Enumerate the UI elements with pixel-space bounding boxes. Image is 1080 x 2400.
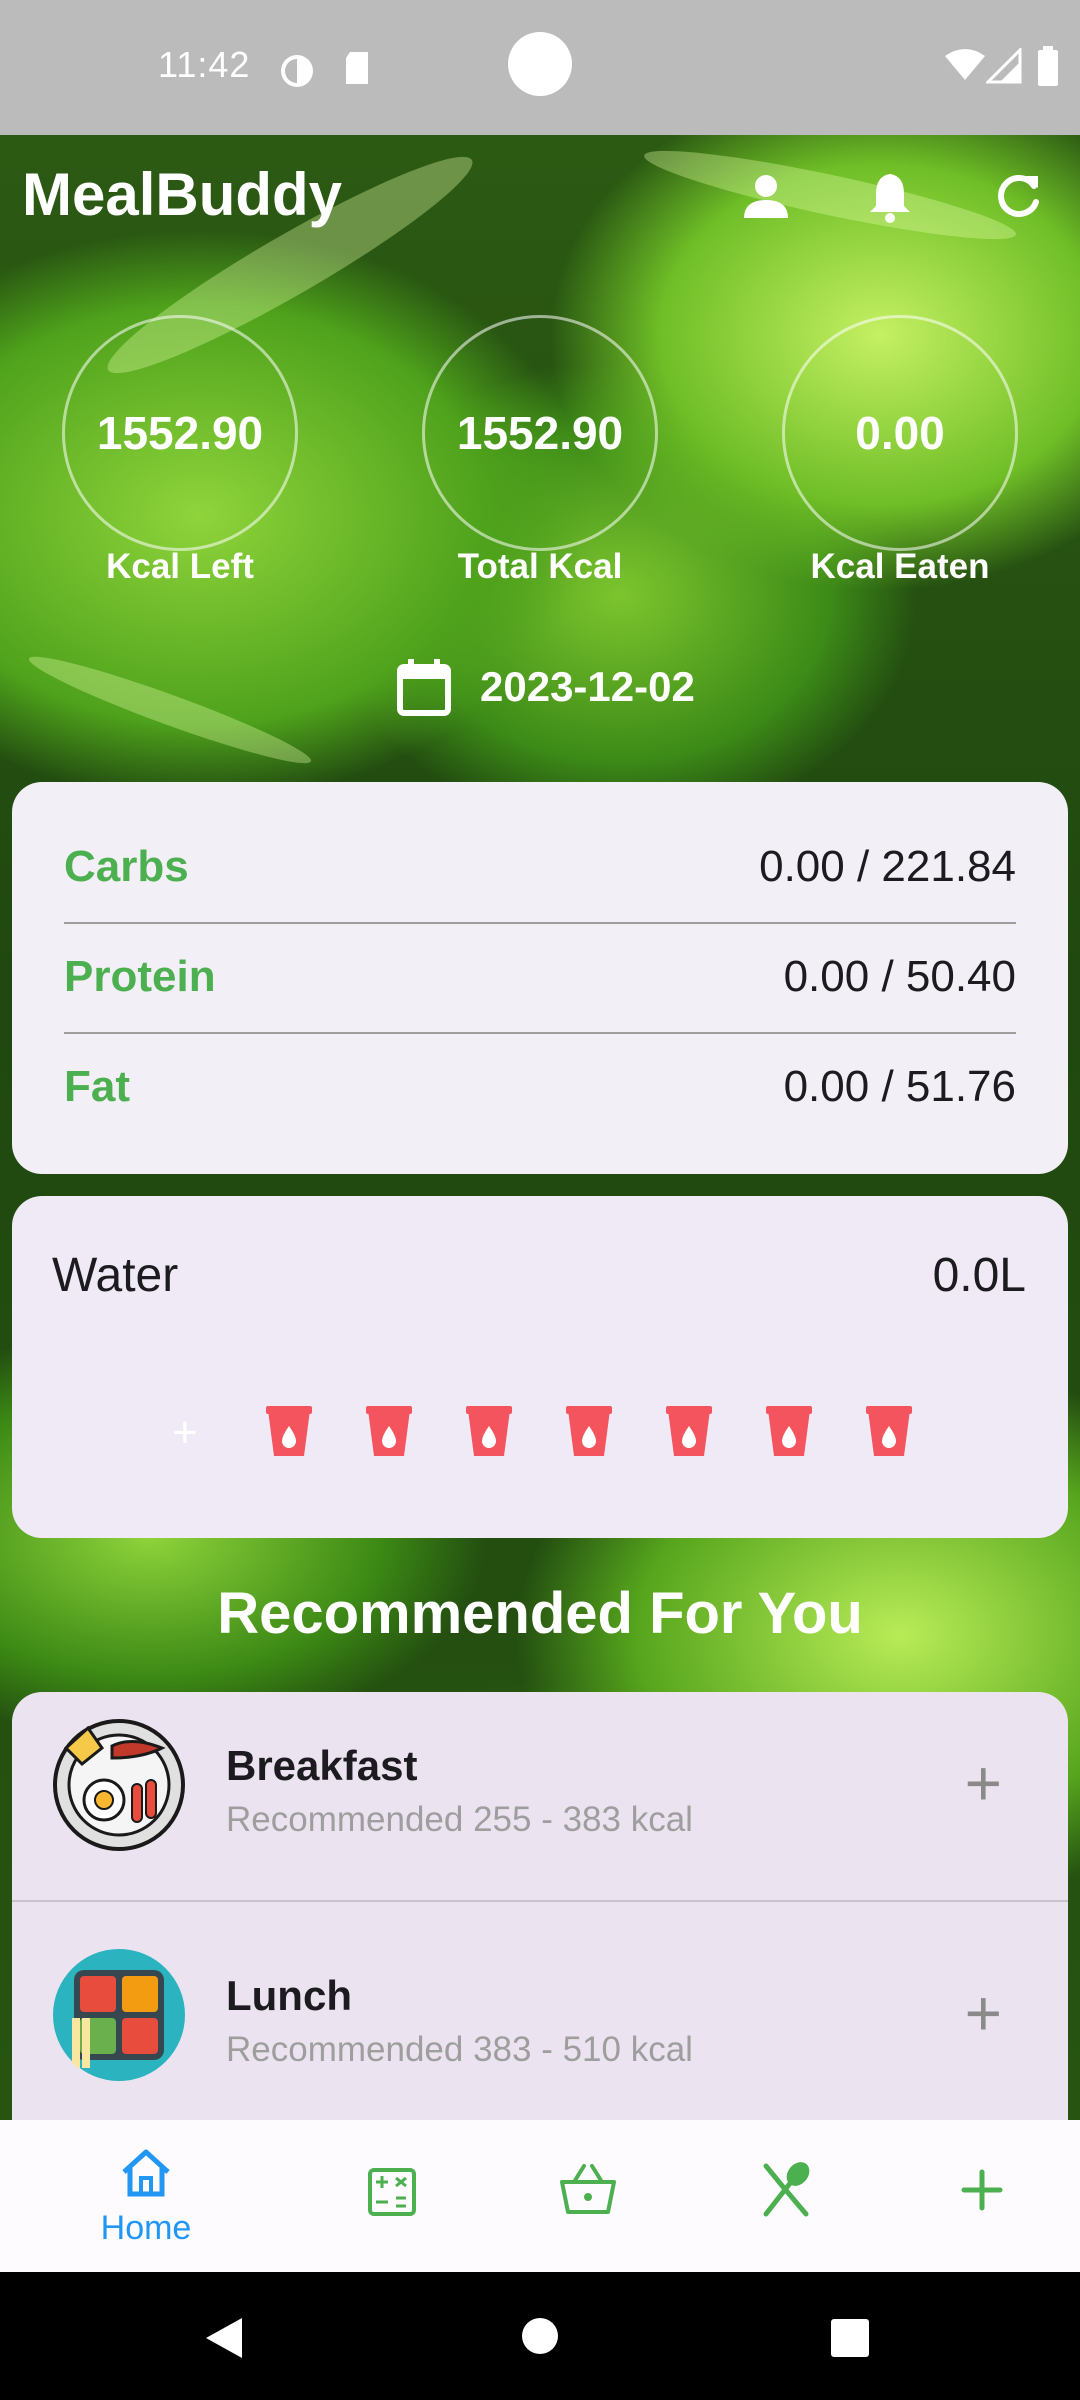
wifi-icon	[945, 49, 985, 80]
water-title: Water	[52, 1249, 179, 1302]
macro-name: Fat	[64, 1062, 130, 1111]
water-cup-icon[interactable]	[864, 1404, 914, 1460]
stat-kcal-left: 1552.90 Kcal Left	[62, 315, 298, 586]
stat-label: Kcal Eaten	[810, 547, 990, 586]
app-title: MealBuddy	[22, 161, 343, 228]
nav-meals[interactable]	[726, 2148, 846, 2233]
battery-icon	[1038, 46, 1058, 86]
meal-item-lunch[interactable]: Lunch Recommended 383 - 510 kcal +	[12, 1902, 1068, 2132]
macro-row-protein: Protein 0.00 / 50.40	[64, 922, 1016, 1032]
macro-value: 0.00 / 51.76	[783, 1062, 1016, 1111]
meal-recommendation: Recommended 255 - 383 kcal	[226, 1800, 693, 1839]
add-lunch-button[interactable]: +	[965, 1976, 1002, 2050]
camera-cutout	[508, 32, 572, 96]
plus-icon	[961, 2169, 1003, 2211]
home-icon	[122, 2149, 170, 2197]
water-cup-icon[interactable]	[564, 1404, 614, 1460]
nav-home[interactable]: Home	[86, 2148, 206, 2248]
nav-basket[interactable]	[528, 2148, 648, 2233]
profile-icon[interactable]	[738, 168, 794, 224]
date-picker[interactable]: 2023-12-02	[396, 655, 695, 719]
add-water-button[interactable]: +	[172, 1408, 198, 1458]
stat-value: 1552.90	[62, 315, 298, 551]
calendar-icon	[397, 659, 451, 716]
notification-bell-icon[interactable]	[862, 168, 918, 224]
meal-recommendation: Recommended 383 - 510 kcal	[226, 2030, 693, 2069]
data-saver-icon	[281, 55, 313, 87]
water-cup-icon[interactable]	[764, 1404, 814, 1460]
status-time: 11:42	[158, 44, 251, 85]
water-cup-icon[interactable]	[464, 1404, 514, 1460]
recommended-title: Recommended For You	[217, 1581, 863, 1646]
macro-name: Carbs	[64, 842, 189, 891]
back-icon[interactable]	[202, 2316, 246, 2360]
home-circle-icon[interactable]	[520, 2316, 560, 2356]
add-breakfast-button[interactable]: +	[965, 1746, 1002, 1820]
water-cup-icon[interactable]	[264, 1404, 314, 1460]
stat-kcal-eaten: 0.00 Kcal Eaten	[782, 315, 1018, 586]
nav-home-label: Home	[100, 2209, 192, 2247]
meal-name: Lunch	[226, 1972, 352, 2019]
nav-calculator[interactable]	[332, 2148, 452, 2233]
macro-value: 0.00 / 221.84	[759, 842, 1016, 891]
system-navigation-bar	[0, 2272, 1080, 2400]
macro-row-carbs: Carbs 0.00 / 221.84	[64, 812, 1016, 922]
stat-value: 1552.90	[422, 315, 658, 551]
basket-icon	[560, 2164, 616, 2214]
recents-icon[interactable]	[830, 2318, 870, 2358]
lunch-icon	[52, 1948, 186, 2082]
sd-card-icon	[346, 52, 368, 84]
nav-add[interactable]	[922, 2148, 1042, 2233]
status-bar: 11:42	[0, 0, 1080, 135]
fork-spoon-icon	[763, 2162, 810, 2217]
signal-icon	[986, 48, 1022, 84]
stat-label: Kcal Left	[106, 547, 254, 586]
bottom-navigation: Home	[0, 2120, 1080, 2272]
meal-item-breakfast[interactable]: Breakfast Recommended 255 - 383 kcal +	[12, 1692, 1068, 1922]
stat-total-kcal: 1552.90 Total Kcal	[422, 315, 658, 586]
stat-label: Total Kcal	[457, 547, 623, 586]
macro-name: Protein	[64, 952, 216, 1001]
meal-name: Breakfast	[226, 1742, 418, 1789]
water-cup-icon[interactable]	[664, 1404, 714, 1460]
breakfast-icon	[52, 1718, 186, 1852]
water-card: Water 0.0L +	[12, 1196, 1068, 1538]
water-cup-icon[interactable]	[364, 1404, 414, 1460]
calculator-icon	[368, 2168, 416, 2216]
refresh-icon[interactable]	[990, 168, 1046, 224]
macro-value: 0.00 / 50.40	[783, 952, 1016, 1001]
stat-value: 0.00	[782, 315, 1018, 551]
date-text: 2023-12-02	[480, 663, 695, 710]
macros-card: Carbs 0.00 / 221.84 Protein 0.00 / 50.40…	[12, 782, 1068, 1174]
macro-row-fat: Fat 0.00 / 51.76	[64, 1032, 1016, 1142]
water-amount: 0.0L	[932, 1249, 1026, 1302]
